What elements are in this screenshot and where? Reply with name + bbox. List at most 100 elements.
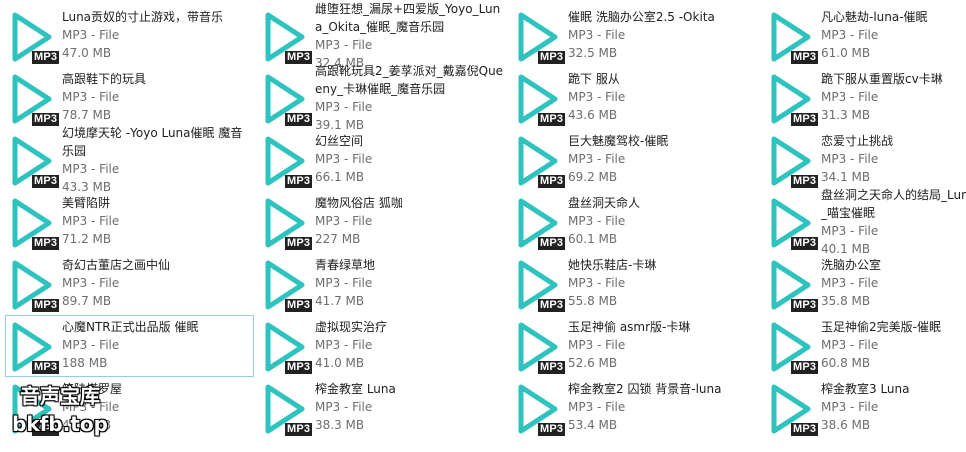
- file-type: MP3 - File: [315, 276, 373, 290]
- file-type: MP3 - File: [315, 400, 373, 414]
- file-type: MP3 - File: [568, 276, 626, 290]
- file-size: 60.8 MB: [821, 356, 871, 370]
- file-item[interactable]: MP3 盘丝洞天命人 MP3 - File 60.1 MB: [511, 191, 760, 253]
- file-item[interactable]: MP3 幻境摩天轮 -Yoyo Luna催眠 魔音乐园 MP3 - File 43.3…: [5, 126, 254, 194]
- file-size: 32.5 MB: [568, 46, 618, 60]
- file-item[interactable]: MP3 榨金教室3 Luna MP3 - File 38.6 MB: [764, 377, 966, 439]
- file-item[interactable]: MP3 青春绿草地 MP3 - File 41.7 MB: [258, 253, 507, 315]
- file-meta: 榨金教室 Luna MP3 - File 38.3 MB: [315, 380, 505, 434]
- file-type: MP3 - File: [62, 162, 120, 176]
- file-meta: 幻丝空间 MP3 - File 66.1 MB: [315, 132, 505, 186]
- file-type-badge: MP3: [538, 51, 566, 64]
- file-item[interactable]: MP3 奇幻古董店之画中仙 MP3 - File 89.7 MB: [5, 253, 254, 315]
- mp3-file-thumbnail: MP3: [259, 196, 313, 250]
- file-size: 69.2 MB: [568, 170, 618, 184]
- mp3-file-thumbnail: MP3: [765, 72, 819, 126]
- file-size: 66.1 MB: [315, 170, 365, 184]
- file-size: 38.3 MB: [315, 418, 365, 432]
- file-name: 雌堕狂想_漏尿+四爱版_Yoyo_Luna_Okita_催眠_魔音乐园: [315, 2, 501, 34]
- mp3-file-thumbnail: MP3: [765, 258, 819, 312]
- file-item[interactable]: MP3 高跟靴玩具2_姜莩派对_戴嘉倪Queeny_卡琳催眠_魔音乐园 MP3 - …: [258, 64, 507, 132]
- mp3-file-thumbnail: MP3: [259, 10, 313, 64]
- file-type-badge: MP3: [791, 175, 819, 188]
- file-size: 60.1 MB: [568, 232, 618, 246]
- mp3-file-thumbnail: MP3: [512, 196, 566, 250]
- file-item[interactable]: MP3 美臂陷阱 MP3 - File 71.2 MB: [5, 191, 254, 253]
- file-item[interactable]: MP3 凡心魅劫-luna-催眠 MP3 - File 61.0 MB: [764, 5, 966, 67]
- mp3-file-thumbnail: MP3: [6, 72, 60, 126]
- file-item[interactable]: MP3 榨金教室2 囚锁 背景音-luna MP3 - File 53.4 MB: [511, 377, 760, 439]
- file-item[interactable]: MP3 心魔NTR正式出品版 催眠 MP3 - File 188 MB: [5, 315, 254, 377]
- file-name: 玉足神偷 asmr版-卡琳: [568, 320, 691, 334]
- file-item[interactable]: MP3 榨金教室 Luna MP3 - File 38.3 MB: [258, 377, 507, 439]
- file-size: 52.6 MB: [568, 356, 618, 370]
- file-item[interactable]: MP3 虚拟现实治疗 MP3 - File 41.0 MB: [258, 315, 507, 377]
- file-type: MP3 - File: [315, 152, 373, 166]
- file-meta: 玉足神偷2完美版-催眠 MP3 - File 60.8 MB: [821, 318, 966, 372]
- mp3-file-thumbnail: MP3: [765, 320, 819, 374]
- file-type: MP3 - File: [821, 28, 879, 42]
- file-size: 53.4 MB: [568, 418, 618, 432]
- file-meta: 榨金教室2 囚锁 背景音-luna MP3 - File 53.4 MB: [568, 380, 758, 434]
- file-meta: 跪下 服从 MP3 - File 43.6 MB: [568, 70, 758, 124]
- file-type: MP3 - File: [821, 400, 879, 414]
- file-size: 71.2 MB: [62, 232, 112, 246]
- file-name: 凡心魅劫-luna-催眠: [821, 10, 928, 24]
- file-item[interactable]: MP3 玉足神偷 asmr版-卡琳 MP3 - File 52.6 MB: [511, 315, 760, 377]
- mp3-file-thumbnail: MP3: [6, 134, 60, 188]
- file-size: 43.6 MB: [568, 108, 618, 122]
- file-name: 奇幻古董店之画中仙: [62, 258, 171, 272]
- file-type: MP3 - File: [315, 100, 373, 114]
- file-type-badge: MP3: [791, 361, 819, 374]
- file-type: MP3 - File: [315, 214, 373, 228]
- watermark-line-2: bkfb.top: [12, 412, 108, 436]
- file-item[interactable]: MP3 Luna贡奴的寸止游戏，带音乐 MP3 - File 47.0 MB: [5, 5, 254, 67]
- file-type: MP3 - File: [315, 338, 373, 352]
- file-type-badge: MP3: [791, 113, 819, 126]
- file-item[interactable]: MP3 高跟鞋下的玩具 MP3 - File 78.7 MB: [5, 67, 254, 129]
- file-type: MP3 - File: [568, 28, 626, 42]
- file-size: 38.6 MB: [821, 418, 871, 432]
- file-type: MP3 - File: [62, 276, 120, 290]
- file-type-badge: MP3: [285, 423, 313, 436]
- mp3-file-thumbnail: MP3: [512, 382, 566, 436]
- file-item[interactable]: MP3盘丝洞之天命人的结局_Luna_yoyo_喵宝催眠MP3 - File40…: [764, 188, 966, 256]
- file-type-badge: MP3: [285, 113, 313, 126]
- mp3-file-thumbnail: MP3: [6, 10, 60, 64]
- file-name: 幻丝空间: [315, 134, 364, 148]
- file-name: 榨金教室 Luna: [315, 382, 396, 396]
- file-type: MP3 - File: [821, 224, 879, 238]
- file-item[interactable]: MP3 洗脑办公室 MP3 - File 35.8 MB: [764, 253, 966, 315]
- file-type-badge: MP3: [538, 237, 566, 250]
- file-meta: 玉足神偷 asmr版-卡琳 MP3 - File 52.6 MB: [568, 318, 758, 372]
- file-meta: 盘丝洞之天命人的结局_Luna_yoyo_喵宝催眠MP3 - File40.1 …: [821, 186, 966, 258]
- file-meta: 凡心魅劫-luna-催眠 MP3 - File 61.0 MB: [821, 8, 966, 62]
- file-meta: 魔物风俗店 狐咖 MP3 - File 227 MB: [315, 194, 505, 248]
- file-size: 41.0 MB: [315, 356, 365, 370]
- file-meta: 盘丝洞天命人 MP3 - File 60.1 MB: [568, 194, 758, 248]
- file-item[interactable]: MP3 跪下 服从 MP3 - File 43.6 MB: [511, 67, 760, 129]
- file-meta: 洗脑办公室 MP3 - File 35.8 MB: [821, 256, 966, 310]
- file-item[interactable]: MP3 玉足神偷2完美版-催眠 MP3 - File 60.8 MB: [764, 315, 966, 377]
- file-item[interactable]: MP3 巨大魅魔驾校-催眠 MP3 - File 69.2 MB: [511, 129, 760, 191]
- file-type-badge: MP3: [285, 237, 313, 250]
- file-item[interactable]: MP3 催眠 洗脑办公室2.5 -Okita MP3 - File 32.5 MB: [511, 5, 760, 67]
- file-size: 47.0 MB: [62, 46, 112, 60]
- file-item[interactable]: MP3 魔物风俗店 狐咖 MP3 - File 227 MB: [258, 191, 507, 253]
- file-name: 盘丝洞之天命人的结局_Luna_yoyo_喵宝催眠: [821, 188, 966, 220]
- file-item[interactable]: MP3 她快乐鞋店-卡琳 MP3 - File 55.8 MB: [511, 253, 760, 315]
- file-size: 78.7 MB: [62, 108, 112, 122]
- file-name: 美臂陷阱: [62, 196, 111, 210]
- file-size: 34.1 MB: [821, 170, 871, 184]
- file-item[interactable]: MP3 跪下服从重置版cv卡琳 MP3 - File 31.3 MB: [764, 67, 966, 129]
- file-item[interactable]: MP3 雌堕狂想_漏尿+四爱版_Yoyo_Luna_Okita_催眠_魔音乐园 MP…: [258, 2, 507, 70]
- file-name: 玉足神偷2完美版-催眠: [821, 320, 941, 334]
- file-size: 41.7 MB: [315, 294, 365, 308]
- file-name: 洗脑办公室: [821, 258, 882, 272]
- file-name: 她快乐鞋店-卡琳: [568, 258, 657, 272]
- file-item[interactable]: MP3 恋爱寸止挑战 MP3 - File 34.1 MB: [764, 129, 966, 191]
- file-item[interactable]: MP3 幻丝空间 MP3 - File 66.1 MB: [258, 129, 507, 191]
- mp3-file-thumbnail: MP3: [512, 72, 566, 126]
- file-size: 227 MB: [315, 232, 361, 246]
- file-name: 恋爱寸止挑战: [821, 134, 894, 148]
